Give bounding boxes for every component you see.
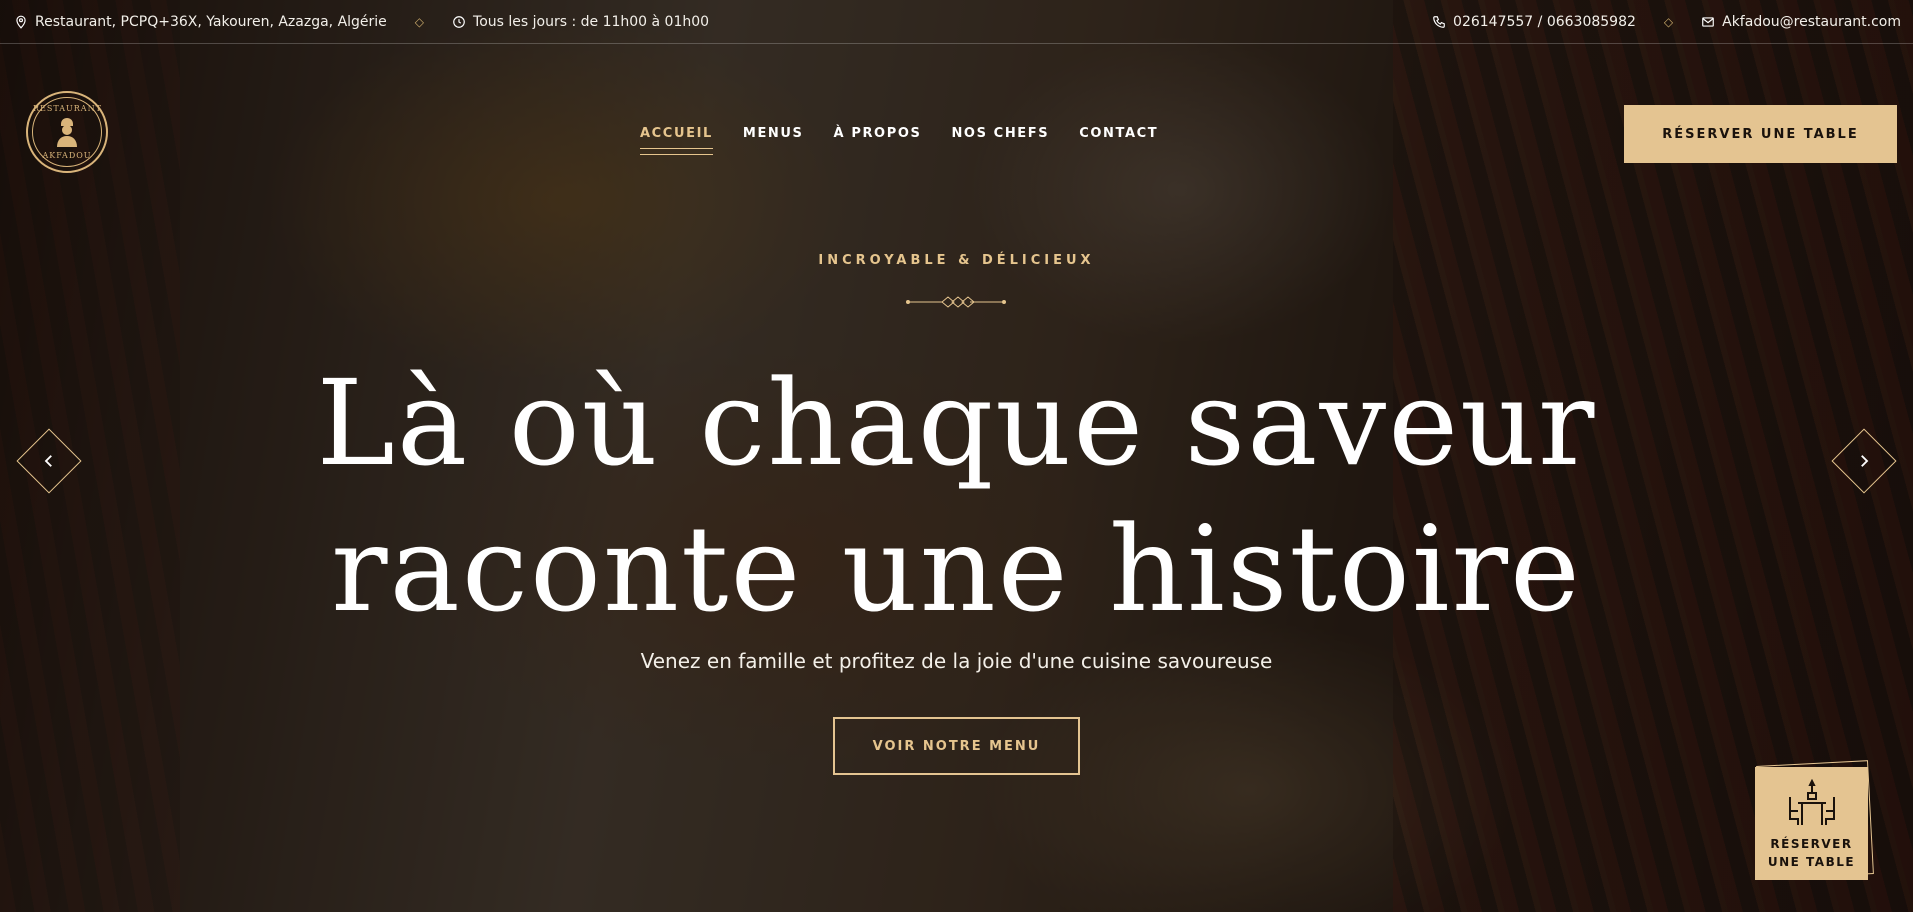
mail-icon [1702,16,1714,27]
chevron-left-icon [44,455,52,467]
view-menu-button[interactable]: VOIR NOTRE MENU [833,717,1080,775]
chef-silhouette-icon [57,118,77,147]
email-link[interactable]: Akfadou@restaurant.com [1701,14,1901,30]
phone-text: 026147557 / 0663085982 [1453,13,1636,30]
logo-inner-ring: RESTAURANT AKFADOU [32,97,102,167]
phone-icon [1433,15,1445,28]
floating-reserve-line2: UNE TABLE [1767,855,1856,869]
address-text: Restaurant, PCPQ+36X, Yakouren, Azazga, … [35,13,387,30]
chevron-right-icon [1861,455,1869,467]
floating-reserve-button[interactable]: RÉSERVER UNE TABLE [1755,767,1868,880]
headline-line-1: Là où chaque saveur [316,354,1597,492]
clock-icon [453,15,465,28]
reserve-table-button[interactable]: RÉSERVER UNE TABLE [1624,105,1897,163]
hero-headline: Là où chaque saveur raconte une histoire [0,350,1913,642]
headline-line-2: raconte une histoire [331,500,1582,638]
main-navigation: ACCUEIL MENUS À PROPOS NOS CHEFS CONTACT [640,126,1158,155]
floating-reserve-line1: RÉSERVER [1770,837,1853,851]
email-text: Akfadou@restaurant.com [1722,13,1901,30]
ornament-divider-icon [906,296,1006,308]
nav-item-nos-chefs[interactable]: NOS CHEFS [951,126,1049,155]
nav-item-contact[interactable]: CONTACT [1079,126,1158,155]
hours-info: Tous les jours : de 11h00 à 01h00 [452,14,709,30]
separator-diamond: ◇ [414,14,425,29]
hero-kicker: INCROYABLE & DÉLICIEUX [818,253,1095,268]
logo-text-bottom: AKFADOU [42,151,92,160]
dining-table-icon [1788,779,1835,825]
phone-link[interactable]: 026147557 / 0663085982 [1432,14,1636,30]
nav-item-menus[interactable]: MENUS [743,126,804,155]
nav-item-accueil[interactable]: ACCUEIL [640,126,713,155]
address-info: Restaurant, PCPQ+36X, Yakouren, Azazga, … [14,14,387,30]
map-pin-icon [16,15,26,29]
hero-subline: Venez en famille et profitez de la joie … [640,649,1273,673]
hours-text: Tous les jours : de 11h00 à 01h00 [473,13,710,30]
logo-text-top: RESTAURANT [33,104,102,113]
restaurant-logo[interactable]: RESTAURANT AKFADOU [26,91,108,173]
separator-diamond: ◇ [1663,14,1674,29]
top-info-bar: Restaurant, PCPQ+36X, Yakouren, Azazga, … [0,0,1913,44]
nav-item-a-propos[interactable]: À PROPOS [834,126,922,155]
